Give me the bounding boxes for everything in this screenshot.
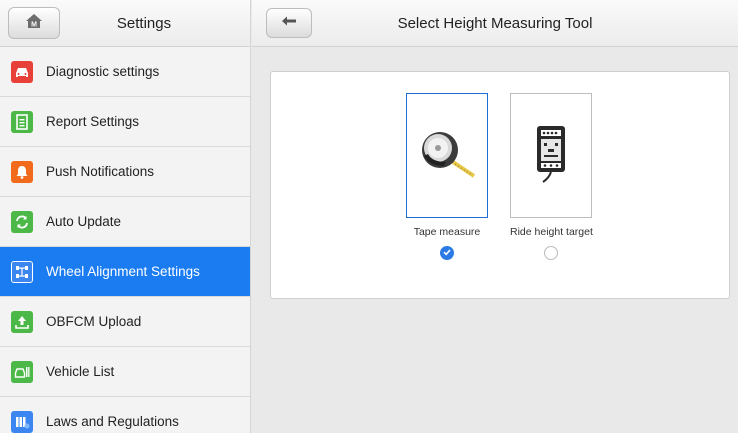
page-title: Select Height Measuring Tool <box>397 14 593 32</box>
bell-icon <box>11 160 33 183</box>
back-button[interactable] <box>266 8 312 38</box>
sidebar-item-report-settings[interactable]: Report Settings <box>0 97 250 147</box>
sidebar-item-diagnostic-settings[interactable]: Diagnostic settings <box>0 47 250 97</box>
sidebar-item-laws-and-regulations[interactable]: Laws and Regulations <box>0 397 250 433</box>
sidebar-title: Settings <box>116 14 172 32</box>
sidebar-item-label: Push Notifications <box>46 164 155 179</box>
tool-image-box[interactable] <box>406 93 488 218</box>
upload-icon <box>11 310 33 333</box>
sidebar-item-obfcm-upload[interactable]: OBFCM Upload <box>0 297 250 347</box>
document-icon <box>11 110 33 133</box>
sidebar-item-push-notifications[interactable]: Push Notifications <box>0 147 250 197</box>
content-header: Select Height Measuring Tool <box>252 0 738 47</box>
tool-label: Tape measure <box>413 226 481 238</box>
vehicle-list-icon <box>11 360 33 383</box>
home-button[interactable]: M <box>8 7 60 39</box>
refresh-icon <box>11 210 33 233</box>
sidebar-item-label: Vehicle List <box>46 364 115 379</box>
tool-image-box[interactable] <box>510 93 592 218</box>
checkmark-icon <box>442 244 452 262</box>
content-panel: Select Height Measuring Tool Tape measur… <box>252 0 738 433</box>
sidebar-item-label: Report Settings <box>46 114 140 129</box>
tool-option-tape-measure[interactable]: Tape measure <box>406 93 488 260</box>
svg-text:M: M <box>31 21 37 28</box>
sidebar-item-label: OBFCM Upload <box>46 314 142 329</box>
back-arrow-icon <box>281 14 297 32</box>
tool-label: Ride height target <box>510 226 593 238</box>
sidebar-item-label: Diagnostic settings <box>46 64 160 79</box>
sidebar-item-label: Wheel Alignment Settings <box>46 264 200 279</box>
radio-tape-measure[interactable] <box>440 246 454 260</box>
sidebar-header: M Settings <box>0 0 250 47</box>
sidebar-item-label: Auto Update <box>46 214 122 229</box>
tool-option-ride-height-target[interactable]: Ride height target <box>510 93 593 260</box>
tool-selection-card: Tape measure Ride height target <box>270 71 730 299</box>
ride-height-target-icon <box>531 120 571 191</box>
sidebar-item-vehicle-list[interactable]: Vehicle List <box>0 347 250 397</box>
car-icon <box>11 60 33 83</box>
settings-sidebar: M Settings Diagnostic settings Report Se… <box>0 0 251 433</box>
sidebar-item-label: Laws and Regulations <box>46 414 179 429</box>
radio-ride-height-target[interactable] <box>544 246 558 260</box>
home-icon: M <box>25 13 43 34</box>
books-icon <box>11 410 33 433</box>
wheel-alignment-icon <box>11 260 33 283</box>
tape-measure-icon <box>414 120 480 191</box>
sidebar-item-wheel-alignment-settings[interactable]: Wheel Alignment Settings <box>0 247 250 297</box>
sidebar-item-auto-update[interactable]: Auto Update <box>0 197 250 247</box>
